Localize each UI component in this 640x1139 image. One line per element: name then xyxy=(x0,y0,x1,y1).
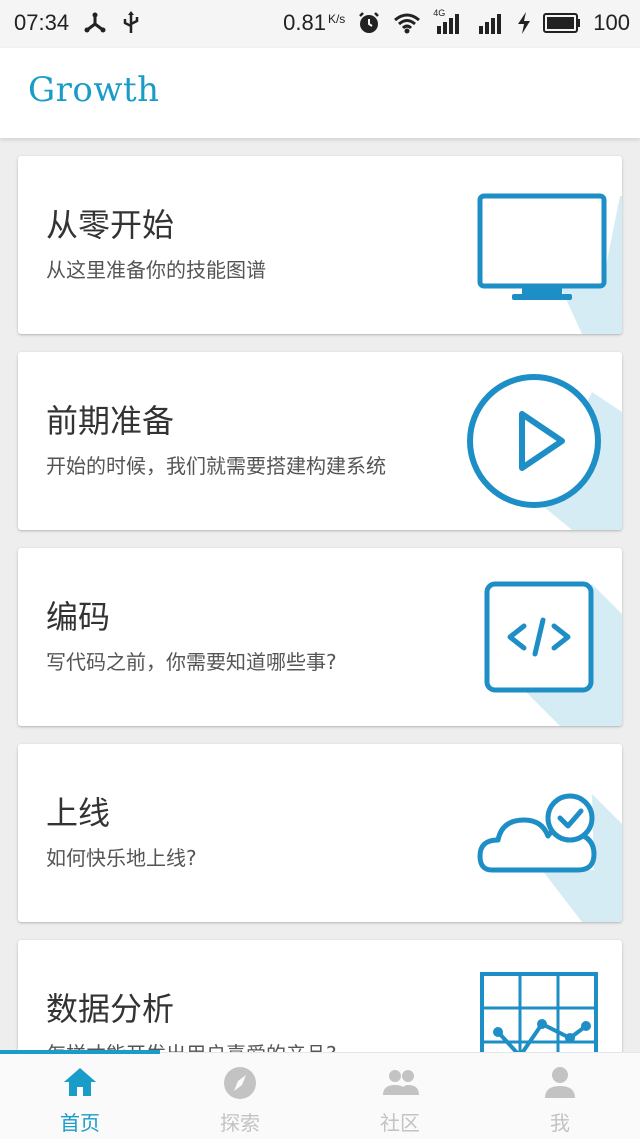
net-speed: 0.81 K/s xyxy=(283,10,346,35)
nav-home-label: 首页 xyxy=(60,1111,100,1135)
chart-icon xyxy=(480,972,598,1052)
bottom-navigation: 首页 探索 社区 我 xyxy=(0,1050,640,1139)
card-title: 从零开始 xyxy=(46,206,175,244)
nav-community-label: 社区 xyxy=(380,1111,420,1135)
card-subtitle: 从这里准备你的技能图谱 xyxy=(46,258,266,282)
people-icon xyxy=(383,1070,419,1095)
card-preparation[interactable]: 前期准备 开始的时候，我们就需要搭建构建系统 xyxy=(18,352,622,530)
card-title: 上线 xyxy=(46,794,111,832)
card-subtitle: 写代码之前，你需要知道哪些事? xyxy=(46,650,337,674)
card-coding[interactable]: 编码 写代码之前，你需要知道哪些事? xyxy=(18,548,622,726)
app-bar: Growth xyxy=(0,48,640,138)
nav-explore-label: 探索 xyxy=(220,1111,260,1135)
status-bar: 07:34 0.81 K/s 4G 100 xyxy=(0,0,640,48)
card-subtitle: 开始的时候，我们就需要搭建构建系统 xyxy=(46,454,386,478)
code-icon xyxy=(484,581,622,726)
person-icon xyxy=(545,1067,575,1098)
monitor-icon xyxy=(477,193,622,334)
wifi-icon xyxy=(393,12,421,34)
card-title: 前期准备 xyxy=(46,402,175,440)
nav-me-label: 我 xyxy=(550,1111,570,1135)
battery-icon xyxy=(543,13,581,33)
signal-icon-2 xyxy=(475,12,505,34)
alarm-icon xyxy=(357,11,381,35)
card-title: 数据分析 xyxy=(46,990,175,1028)
card-start-from-zero[interactable]: 从零开始 从这里准备你的技能图谱 xyxy=(18,156,622,334)
usb-icon xyxy=(83,12,107,34)
card-list: 从零开始 从这里准备你的技能图谱 前期准备 开始的时候，我们就需要搭建构建系统 … xyxy=(0,138,640,1052)
nav-me[interactable]: 我 xyxy=(480,1053,640,1139)
nav-community[interactable]: 社区 xyxy=(320,1053,480,1139)
play-icon xyxy=(467,374,622,530)
home-icon xyxy=(64,1068,96,1096)
card-title: 编码 xyxy=(46,598,111,636)
app-title: Growth xyxy=(28,70,160,110)
nav-explore[interactable]: 探索 xyxy=(160,1053,320,1139)
battery-level: 100 xyxy=(593,10,630,35)
card-data-analysis[interactable]: 数据分析 怎样才能开发出用户喜爱的产品? xyxy=(18,940,622,1052)
status-time: 07:34 xyxy=(14,10,70,35)
nav-home[interactable]: 首页 xyxy=(0,1053,160,1139)
card-deploy[interactable]: 上线 如何快乐地上线? xyxy=(18,744,622,922)
usb-debug-icon xyxy=(121,11,141,35)
cloud-check-icon xyxy=(477,793,622,922)
compass-icon xyxy=(224,1067,256,1099)
charging-icon xyxy=(517,12,531,34)
signal-icon: 4G xyxy=(433,8,463,34)
card-subtitle: 如何快乐地上线? xyxy=(46,846,197,870)
